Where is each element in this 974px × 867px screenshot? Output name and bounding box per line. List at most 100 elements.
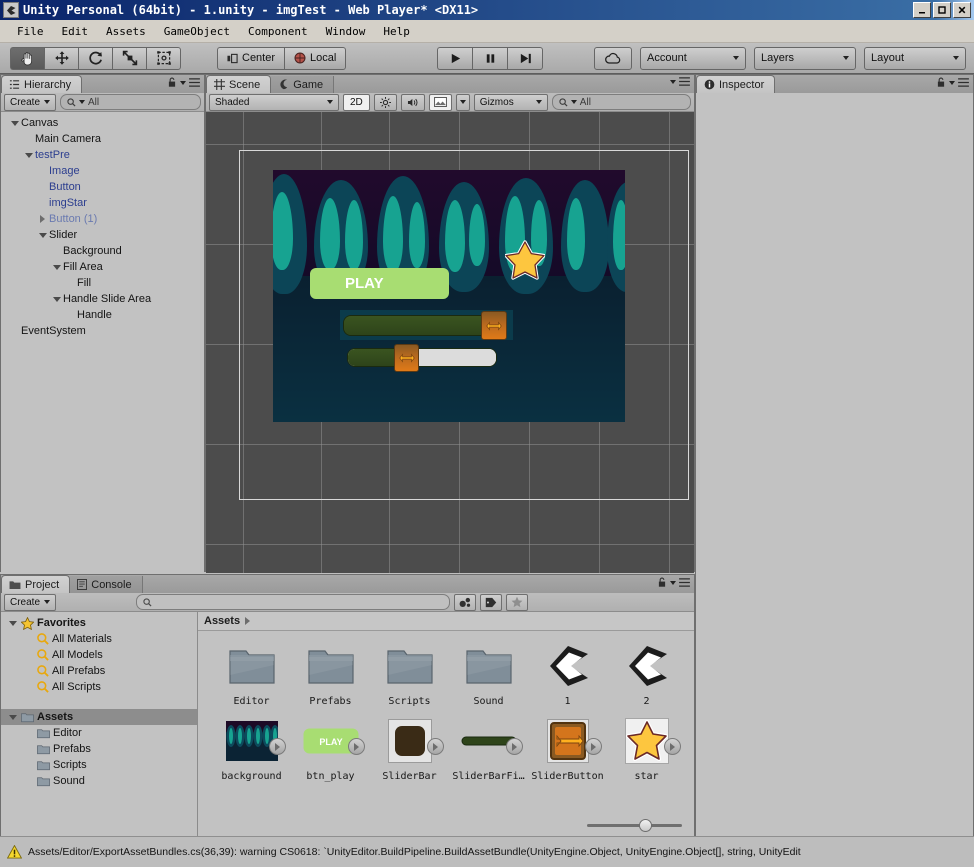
chevron-down-icon[interactable] (51, 264, 62, 270)
hierarchy-search-input[interactable]: All (60, 94, 201, 110)
menu-gameobject[interactable]: GameObject (155, 23, 239, 40)
asset-zoom-knob[interactable] (639, 818, 652, 832)
gizmos-dropdown[interactable]: Gizmos (473, 93, 548, 111)
slider-bottom-track[interactable] (347, 348, 497, 367)
hierarchy-item-eventsystem[interactable]: EventSystem (1, 323, 204, 339)
close-button[interactable] (953, 2, 971, 18)
tab-project[interactable]: Project (1, 575, 71, 593)
type-filter-button[interactable] (454, 593, 477, 611)
hierarchy-item-image[interactable]: Image (1, 163, 204, 179)
scale-tool-button[interactable] (112, 46, 146, 70)
hierarchy-item-slider[interactable]: Slider (1, 227, 204, 243)
tab-game[interactable]: Game (271, 76, 335, 93)
asset-item[interactable]: SliderButton (528, 714, 607, 782)
menu-component[interactable]: Component (239, 23, 317, 40)
chevron-down-icon[interactable] (23, 152, 34, 158)
menu-icon[interactable] (189, 78, 200, 87)
menu-icon[interactable] (679, 578, 690, 587)
hierarchy-item-imgstar[interactable]: imgStar (1, 195, 204, 211)
slider-bottom-handle[interactable] (394, 344, 419, 372)
chevron-down-icon[interactable] (7, 714, 18, 720)
hierarchy-item-handle[interactable]: Handle (1, 307, 204, 323)
hierarchy-tree[interactable]: Canvas Main Camera testPre Image Button imgSt… (1, 112, 204, 575)
chevron-down-icon[interactable] (670, 580, 676, 585)
asset-item[interactable]: star (607, 714, 686, 782)
pivot-mode-button[interactable]: Center (217, 46, 285, 70)
asset-item[interactable]: Scripts (370, 639, 449, 707)
asset-item[interactable]: SliderBarFi… (449, 714, 528, 782)
layout-dropdown[interactable]: Layout (864, 46, 966, 70)
project-tree-item-prefabs[interactable]: Prefabs (1, 741, 197, 757)
step-button[interactable] (507, 46, 543, 70)
slider-top-track[interactable] (343, 315, 501, 336)
project-tree[interactable]: Favorites All Materials All Models All Pref… (1, 612, 198, 837)
audio-toggle-button[interactable] (400, 93, 425, 111)
breadcrumb-label[interactable]: Assets (204, 615, 240, 627)
layers-dropdown[interactable]: Layers (754, 46, 856, 70)
asset-thumbnail[interactable] (618, 639, 676, 693)
project-tree-item-editor[interactable]: Editor (1, 725, 197, 741)
project-tree-item-all-prefabs[interactable]: All Prefabs (1, 663, 197, 679)
project-create-button[interactable]: Create (4, 593, 57, 611)
tab-scene[interactable]: Scene (206, 75, 272, 93)
project-tree-item-sound[interactable]: Sound (1, 773, 197, 789)
hierarchy-item-testpre[interactable]: testPre (1, 147, 204, 163)
lighting-toggle-button[interactable] (373, 93, 397, 111)
hierarchy-item-background[interactable]: Background (1, 243, 204, 259)
tab-hierarchy[interactable]: Hierarchy (1, 75, 83, 93)
hierarchy-item-canvas[interactable]: Canvas (1, 115, 204, 131)
menu-icon[interactable] (958, 78, 969, 87)
cloud-services-button[interactable] (594, 46, 632, 70)
asset-item[interactable]: 1 (528, 639, 607, 707)
tab-inspector[interactable]: Inspector (696, 75, 776, 93)
chevron-down-icon[interactable] (670, 79, 676, 84)
hierarchy-item-handle-slide-area[interactable]: Handle Slide Area (1, 291, 204, 307)
asset-item[interactable]: Editor (212, 639, 291, 707)
asset-zoom-slider[interactable] (587, 818, 682, 832)
asset-thumbnail[interactable] (223, 639, 281, 693)
minimize-button[interactable] (913, 2, 931, 18)
chevron-down-icon[interactable] (9, 120, 20, 126)
asset-item[interactable]: Sound (449, 639, 528, 707)
asset-thumbnail[interactable] (460, 639, 518, 693)
hierarchy-create-button[interactable]: Create (4, 93, 57, 111)
asset-thumbnail[interactable] (381, 639, 439, 693)
asset-item[interactable]: SliderBar (370, 714, 449, 782)
asset-expand-button[interactable] (427, 738, 444, 755)
hierarchy-item-button-1[interactable]: Button (1) (1, 211, 204, 227)
effects-toggle-button[interactable] (428, 93, 452, 111)
rotate-tool-button[interactable] (78, 46, 112, 70)
asset-expand-button[interactable] (585, 738, 602, 755)
menu-assets[interactable]: Assets (97, 23, 155, 40)
project-search-input[interactable] (136, 594, 451, 610)
maximize-button[interactable] (933, 2, 951, 18)
favorite-filter-button[interactable] (506, 593, 529, 611)
asset-thumbnail[interactable] (539, 639, 597, 693)
move-tool-button[interactable] (44, 46, 78, 70)
play-game-button[interactable]: PLAY (310, 268, 449, 299)
chevron-down-icon[interactable] (51, 296, 62, 302)
asset-item[interactable]: 2 (607, 639, 686, 707)
menu-window[interactable]: Window (317, 23, 375, 40)
star-image[interactable] (504, 240, 546, 280)
menu-edit[interactable]: Edit (53, 23, 98, 40)
menu-file[interactable]: File (8, 23, 53, 40)
menu-icon[interactable] (679, 77, 690, 86)
label-filter-button[interactable] (480, 593, 503, 611)
menu-help[interactable]: Help (374, 23, 419, 40)
chevron-down-icon[interactable] (949, 80, 955, 85)
scene-search-input[interactable]: All (551, 94, 691, 110)
chevron-down-icon[interactable] (37, 232, 48, 238)
project-tree-item-all-scripts[interactable]: All Scripts (1, 679, 197, 695)
slider-top-handle[interactable] (481, 311, 507, 340)
project-tree-item-favorites[interactable]: Favorites (1, 615, 197, 631)
hierarchy-item-fill[interactable]: Fill (1, 275, 204, 291)
toggle-2d-button[interactable]: 2D (343, 93, 370, 111)
play-button[interactable] (437, 46, 472, 70)
asset-expand-button[interactable] (348, 738, 365, 755)
hand-tool-button[interactable] (10, 46, 44, 70)
space-mode-button[interactable]: Local (284, 46, 347, 70)
asset-item[interactable]: Prefabs (291, 639, 370, 707)
draw-mode-dropdown[interactable]: Shaded (209, 93, 339, 111)
project-tree-item-all-models[interactable]: All Models (1, 647, 197, 663)
